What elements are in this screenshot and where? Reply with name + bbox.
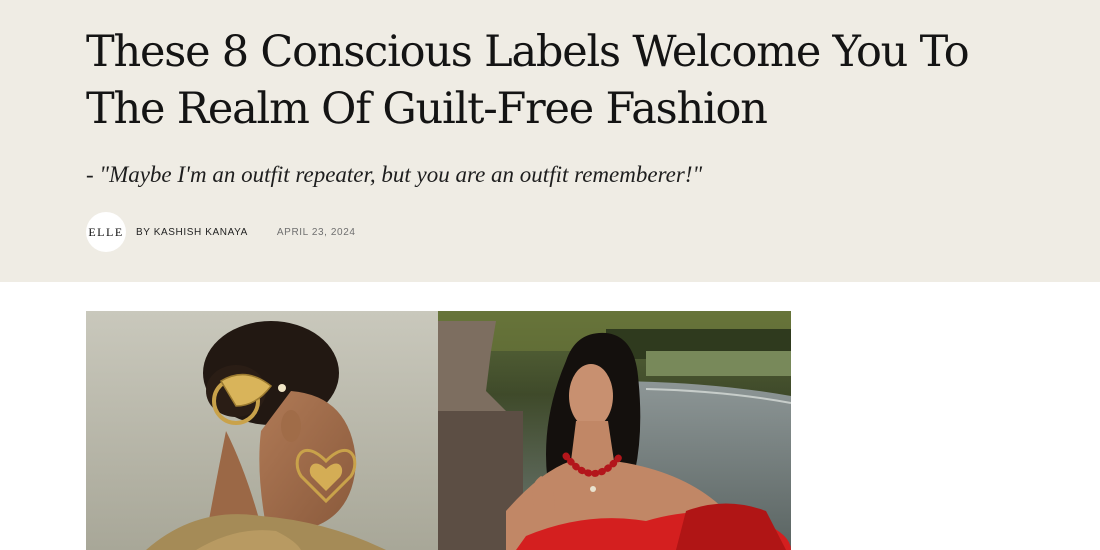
article-hero-image <box>86 311 791 550</box>
byline: ELLE BY KASHISH KANAYA APRIL 23, 2024 <box>86 212 356 252</box>
elle-logo-text: ELLE <box>88 224 124 239</box>
author-link[interactable]: BY KASHISH KANAYA <box>136 227 248 238</box>
article-header: These 8 Conscious Labels Welcome You To … <box>0 0 1100 282</box>
left-photo <box>86 311 438 550</box>
hero-photo-collage <box>86 311 791 550</box>
article-subtitle: - "Maybe I'm an outfit repeater, but you… <box>86 162 703 187</box>
elle-logo-avatar[interactable]: ELLE <box>86 212 126 252</box>
publish-date: APRIL 23, 2024 <box>276 226 356 238</box>
article-title: These 8 Conscious Labels Welcome You To … <box>86 27 970 134</box>
right-photo <box>438 311 791 550</box>
